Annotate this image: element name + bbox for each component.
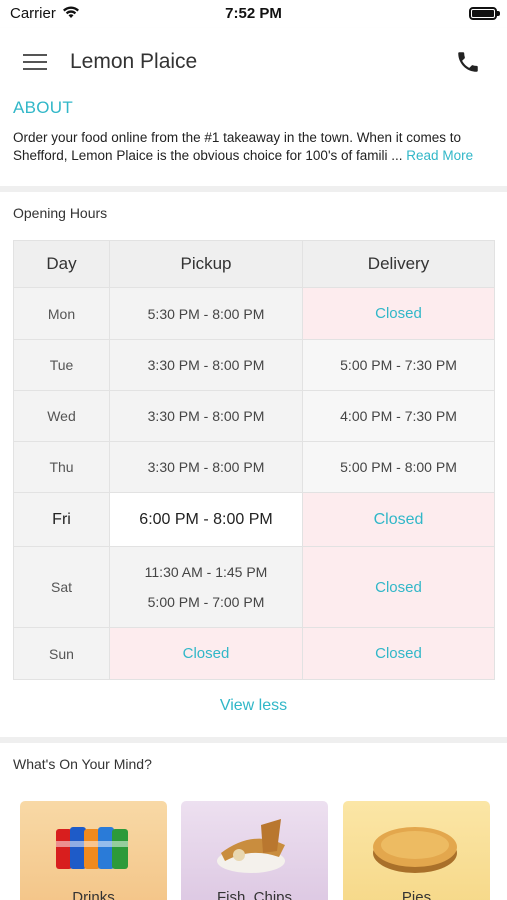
hamburger-menu-icon[interactable] [23,52,47,72]
pickup-slot: 11:30 AM - 1:45 PM [144,564,268,580]
category-card-pies[interactable]: Pies [343,801,490,900]
status-bar: Carrier 7:52 PM [0,0,507,28]
pickup-cell: 3:30 PM - 8:00 PM [109,339,303,391]
categories-title: What's On Your Mind? [13,756,152,772]
clock: 7:52 PM [225,5,282,22]
table-row: Mon 5:30 PM - 8:00 PM Closed [13,287,495,340]
battery-icon [469,7,500,20]
pickup-cell: Closed [109,627,303,680]
pickup-slot: 5:00 PM - 7:00 PM [147,594,265,610]
pickup-cell: 6:00 PM - 8:00 PM [109,492,303,547]
day-cell: Wed [13,390,110,442]
about-section: ABOUT Order your food online from the #1… [0,98,507,186]
table-row: Thu 3:30 PM - 8:00 PM 5:00 PM - 8:00 PM [13,441,495,493]
about-text-line2: Shefford, Lemon Plaice is the obvious ch… [13,148,407,163]
day-cell: Sun [13,627,110,680]
delivery-cell: Closed [302,627,495,680]
divider [0,186,507,192]
table-row: Tue 3:30 PM - 8:00 PM 5:00 PM - 7:30 PM [13,339,495,391]
view-less-link[interactable]: View less [0,697,507,715]
category-label: Fish, Chips [216,889,293,900]
read-more-link[interactable]: Read More [406,148,473,163]
opening-hours-title: Opening Hours [13,205,108,221]
column-header-delivery: Delivery [302,240,495,288]
delivery-cell: Closed [302,287,495,340]
category-label: Drinks [72,889,115,900]
day-cell: Tue [13,339,110,391]
table-row: Wed 3:30 PM - 8:00 PM 4:00 PM - 7:30 PM [13,390,495,442]
page-title: Lemon Plaice [70,50,198,73]
day-cell: Sat [13,546,110,628]
column-header-pickup: Pickup [109,240,303,288]
about-text-line1: Order your food online from the #1 takea… [13,130,461,145]
drink-cans-icon [56,827,128,869]
table-row-today: Fri 6:00 PM - 8:00 PM Closed [13,492,495,547]
app-header: Lemon Plaice [0,28,507,98]
pickup-cell: 5:30 PM - 8:00 PM [109,287,303,340]
pickup-cell: 3:30 PM - 8:00 PM [109,441,303,493]
category-card-drinks[interactable]: Drinks [20,801,167,900]
delivery-cell: Closed [302,492,495,547]
about-text: Order your food online from the #1 takea… [13,129,497,165]
delivery-cell: 4:00 PM - 7:30 PM [302,390,495,442]
day-cell: Fri [13,492,110,547]
pickup-cell: 11:30 AM - 1:45 PM 5:00 PM - 7:00 PM [109,546,303,628]
pie-icon [373,827,457,873]
column-header-day: Day [13,240,110,288]
category-card-fish-chips[interactable]: Fish, Chips [181,801,328,900]
table-row: Sun Closed Closed [13,627,495,680]
opening-hours-table: Day Pickup Delivery Mon 5:30 PM - 8:00 P… [13,240,495,680]
category-label: Pies [401,889,432,900]
categories-section: What's On Your Mind? Drinks Fish, Chips … [0,743,507,900]
about-title: ABOUT [13,98,74,117]
table-row: Sat 11:30 AM - 1:45 PM 5:00 PM - 7:00 PM… [13,546,495,628]
fish-chips-icon [217,819,285,873]
delivery-cell: 5:00 PM - 7:30 PM [302,339,495,391]
pickup-cell: 3:30 PM - 8:00 PM [109,390,303,442]
delivery-cell: Closed [302,546,495,628]
day-cell: Thu [13,441,110,493]
day-cell: Mon [13,287,110,340]
phone-icon[interactable] [455,49,481,75]
delivery-cell: 5:00 PM - 8:00 PM [302,441,495,493]
table-header-row: Day Pickup Delivery [13,240,495,288]
